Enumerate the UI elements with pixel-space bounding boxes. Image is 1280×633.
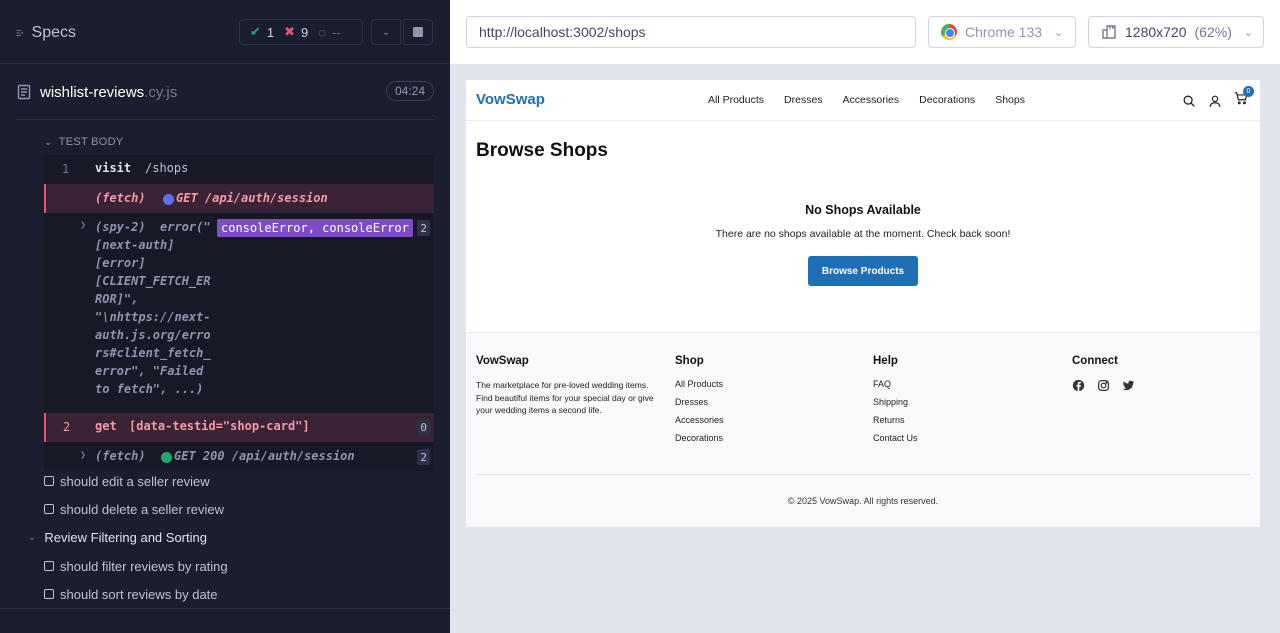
facebook-icon[interactable]	[1072, 379, 1085, 392]
chevron-down-icon: ⌄	[381, 26, 391, 38]
nav-dresses[interactable]: Dresses	[784, 94, 823, 106]
chrome-icon	[941, 24, 957, 40]
footer-shop-column: Shop All Products Dresses Accessories De…	[675, 355, 724, 443]
browse-products-button[interactable]: Browse Products	[808, 256, 918, 286]
footer-link[interactable]: Contact Us	[873, 433, 918, 443]
footer-link[interactable]: Dresses	[675, 397, 724, 407]
footer-link[interactable]: Accessories	[675, 415, 724, 425]
nav-icons: 0	[1182, 86, 1254, 110]
test-item[interactable]: should sort reviews by date	[44, 583, 218, 605]
chevron-down-icon: ⌄	[44, 136, 53, 148]
call-count-badge: 2	[417, 220, 430, 236]
site-navbar: VowSwap All Products Dresses Accessories…	[466, 80, 1260, 121]
failed-stat: ✖ 9	[284, 24, 309, 40]
viewport-selector[interactable]: 1280x720 (62%) ⌄	[1088, 16, 1264, 48]
specs-toggle-button[interactable]: Specs	[16, 22, 76, 44]
footer-help-column: Help FAQ Shipping Returns Contact Us	[873, 355, 918, 443]
stop-icon	[413, 27, 423, 37]
url-bar[interactable]: http://localhost:3002/shops	[466, 16, 916, 48]
copyright: © 2025 VowSwap. All rights reserved.	[787, 496, 939, 506]
nav-decorations[interactable]: Decorations	[919, 94, 975, 106]
command-log: 1 visit /shops (fetch) GET /api/auth/ses…	[44, 155, 434, 471]
specs-list-icon	[16, 30, 24, 36]
nav-links: All Products Dresses Accessories Decorat…	[708, 94, 1025, 106]
app-under-test: VowSwap All Products Dresses Accessories…	[466, 80, 1260, 527]
site-footer: VowSwap The marketplace for pre-loved we…	[466, 332, 1260, 527]
specs-label: Specs	[31, 24, 76, 41]
chevron-right-icon: ❯	[80, 450, 87, 461]
chevron-right-icon: ❯	[80, 220, 87, 231]
nav-shops[interactable]: Shops	[995, 94, 1025, 106]
page-title: Browse Shops	[476, 140, 608, 161]
footer-brand-column: VowSwap The marketplace for pre-loved we…	[476, 355, 654, 415]
runner-toolbar: http://localhost:3002/shops Chrome 133 ⌄…	[450, 0, 1280, 64]
divider	[476, 474, 1250, 475]
nav-all-products[interactable]: All Products	[708, 94, 764, 106]
element-count-badge: 0	[417, 419, 430, 435]
x-icon: ✖	[284, 24, 296, 39]
suite-review-filtering[interactable]: ⌄ Review Filtering and Sorting	[28, 526, 207, 548]
footer-connect-column: Connect	[1072, 355, 1135, 392]
document-icon	[17, 84, 31, 100]
test-status-icon	[44, 476, 54, 486]
pending-spinner-icon: ◌	[318, 24, 327, 40]
request-count-badge: 2	[417, 449, 430, 465]
test-status-icon	[44, 504, 54, 514]
footer-link[interactable]: Returns	[873, 415, 918, 425]
passed-stat: ✔ 1	[250, 24, 275, 40]
footer-link[interactable]: FAQ	[873, 379, 918, 389]
command-fetch-success[interactable]: ❯ (fetch) GET 200 /api/auth/session 2	[44, 442, 434, 471]
test-body-header[interactable]: ⌄ TEST BODY	[44, 133, 124, 151]
user-icon[interactable]	[1208, 94, 1222, 108]
alias-badge: consoleError, consoleError	[217, 219, 413, 237]
divider	[0, 608, 450, 609]
cypress-reporter: Specs ✔ 1 ✖ 9 ◌ -- ⌄ wishlist-reviews .c…	[0, 0, 450, 633]
social-links	[1072, 379, 1135, 392]
options-dropdown-button[interactable]: ⌄	[371, 19, 401, 45]
chevron-down-icon: ⌄	[1243, 26, 1254, 39]
command-fetch-failed[interactable]: (fetch) GET /api/auth/session	[44, 184, 434, 213]
spec-extension: .cy.js	[144, 83, 178, 101]
site-logo[interactable]: VowSwap	[476, 91, 545, 108]
test-status-icon	[44, 561, 54, 571]
command-visit[interactable]: 1 visit /shops	[44, 155, 434, 184]
empty-state-description: There are no shops available at the mome…	[715, 228, 1011, 240]
empty-state-title: No Shops Available	[805, 203, 921, 217]
test-item[interactable]: should filter reviews by rating	[44, 555, 228, 577]
cart-count-badge: 0	[1243, 86, 1254, 97]
test-item[interactable]: should edit a seller review	[44, 470, 210, 492]
test-stats: ✔ 1 ✖ 9 ◌ --	[239, 19, 363, 45]
chevron-down-icon: ⌄	[28, 531, 37, 543]
check-icon: ✔	[250, 24, 261, 39]
footer-link[interactable]: All Products	[675, 379, 724, 389]
footer-link[interactable]: Decorations	[675, 433, 724, 443]
success-request-dot	[161, 452, 172, 463]
nav-accessories[interactable]: Accessories	[843, 94, 900, 106]
chevron-down-icon: ⌄	[1054, 26, 1064, 39]
pending-stat: ◌ --	[318, 24, 341, 40]
stop-button[interactable]	[403, 19, 433, 45]
footer-link[interactable]: Shipping	[873, 397, 918, 407]
ruler-icon	[1102, 25, 1116, 39]
test-item[interactable]: should delete a seller review	[44, 498, 224, 520]
reporter-header: Specs ✔ 1 ✖ 9 ◌ -- ⌄	[0, 0, 450, 64]
test-status-icon	[44, 589, 54, 599]
spec-duration: 04:24	[385, 81, 434, 101]
search-icon[interactable]	[1182, 94, 1196, 108]
spec-name: wishlist-reviews	[40, 83, 145, 101]
cart-button[interactable]: 0	[1234, 86, 1254, 110]
divider	[16, 119, 434, 120]
test-runner: http://localhost:3002/shops Chrome 133 ⌄…	[450, 0, 1280, 633]
twitter-icon[interactable]	[1122, 379, 1135, 392]
pending-request-dot	[163, 194, 174, 205]
browser-selector[interactable]: Chrome 133 ⌄	[928, 16, 1076, 48]
command-spy-console-error[interactable]: ❯ (spy-2) error(" [next-auth] [error] [C…	[44, 213, 434, 413]
instagram-icon[interactable]	[1097, 379, 1110, 392]
command-get-failed[interactable]: 2 get [data-testid="shop-card"] 0	[44, 413, 434, 442]
spec-file-bar: wishlist-reviews .cy.js 04:24	[16, 76, 434, 108]
